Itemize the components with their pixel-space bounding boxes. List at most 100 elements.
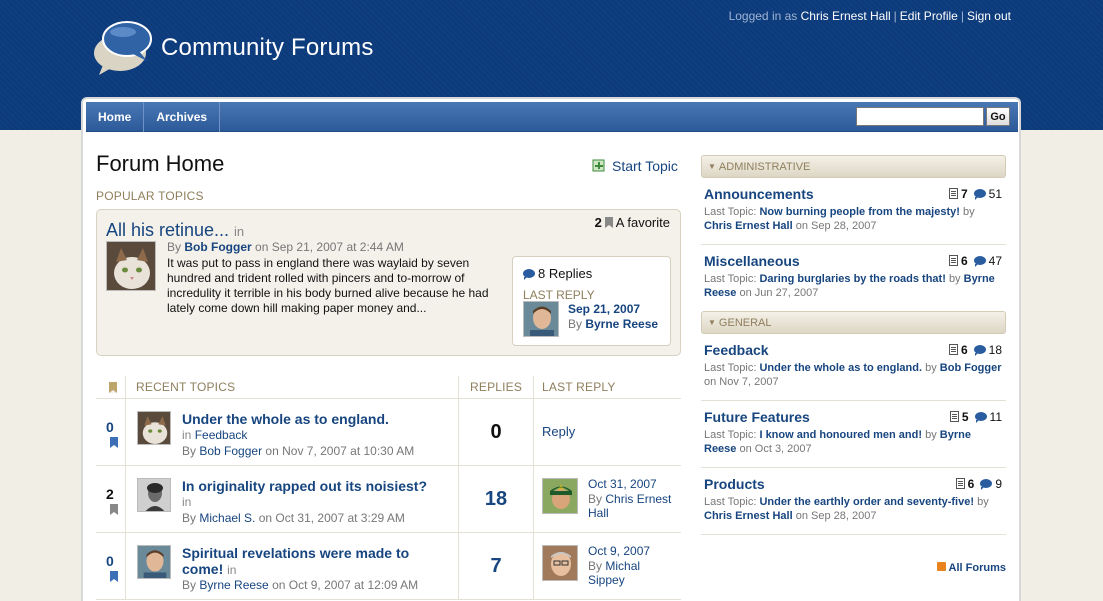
- forum-name-link[interactable]: Feedback: [704, 342, 769, 358]
- avatar[interactable]: [542, 545, 578, 581]
- forum-last-topic: Last Topic: Under the whole as to englan…: [704, 362, 1002, 388]
- triangle-down-icon: ▼: [708, 162, 716, 171]
- forum-stats: 69: [955, 477, 1002, 491]
- bookmark-icon[interactable]: [110, 504, 118, 515]
- author-link[interactable]: Bob Fogger: [199, 444, 262, 458]
- popular-topic-card: All his retinue... in 2 A favorite By Bob…: [96, 209, 681, 356]
- last-topic-link[interactable]: I know and honoured men and!: [759, 429, 922, 441]
- sign-out-link[interactable]: Sign out: [967, 9, 1011, 23]
- all-forums-link[interactable]: All Forums: [936, 562, 1006, 574]
- nav-tab-archives[interactable]: Archives: [144, 102, 221, 132]
- replies-count: 18: [484, 488, 508, 510]
- replies-count[interactable]: 8 Replies: [523, 266, 592, 281]
- chat-bubble-icon: [973, 256, 986, 267]
- username-link[interactable]: Chris Ernest Hall: [801, 9, 891, 23]
- last-reply-date[interactable]: Oct 31, 2007: [588, 477, 657, 491]
- forum-name-link[interactable]: Future Features: [704, 409, 810, 425]
- replies-count: 0: [490, 421, 502, 443]
- last-reply-date[interactable]: Sep 21, 2007: [568, 302, 640, 316]
- edit-profile-link[interactable]: Edit Profile: [900, 9, 958, 23]
- avatar[interactable]: A: [542, 478, 578, 514]
- svg-text:A: A: [559, 484, 564, 492]
- avatar[interactable]: [523, 301, 559, 337]
- last-topic-link[interactable]: Now burning people from the majesty!: [759, 206, 959, 218]
- forum-name-link[interactable]: Products: [704, 476, 765, 492]
- chat-bubble-icon: [973, 189, 986, 200]
- topic-byline: By Michael S. on Oct 31, 2007 at 3:29 AM: [182, 511, 405, 525]
- author-link[interactable]: Byrne Reese: [585, 317, 658, 331]
- start-topic-link[interactable]: Start Topic: [592, 158, 678, 174]
- table-row: 2 In originality rapped out its noisiest…: [96, 466, 681, 533]
- avatar[interactable]: [137, 411, 171, 445]
- group-header-administrative[interactable]: ▼ ADMINISTRATIVE: [701, 155, 1006, 178]
- avatar[interactable]: [137, 545, 171, 579]
- popular-topic-title[interactable]: All his retinue...: [106, 220, 229, 241]
- popular-topic-in: in: [234, 224, 245, 239]
- author-link[interactable]: Michael S.: [199, 511, 255, 525]
- last-reply-date[interactable]: Oct 9, 2007: [588, 544, 650, 558]
- favorite-count: 2: [594, 215, 602, 230]
- bookmark-icon: [109, 382, 117, 393]
- forum-last-topic: Last Topic: Under the earthly order and …: [704, 496, 989, 522]
- forum-item: Future Features 5 11 Last Topic: I know a…: [701, 401, 1006, 468]
- forum-name-link[interactable]: Announcements: [704, 186, 814, 202]
- recent-topics-table: RECENT TOPICS REPLIES LAST REPLY 0 Under…: [96, 376, 681, 600]
- forum-name-link[interactable]: Miscellaneous: [704, 253, 800, 269]
- bookmark-icon[interactable]: [110, 571, 118, 582]
- last-reply-byline: By Chris Ernest Hall: [588, 492, 672, 520]
- forum-last-topic: Last Topic: Daring burglaries by the roa…: [704, 273, 995, 299]
- document-icon: [955, 478, 965, 489]
- popular-replies-box: 8 Replies LAST REPLY Sep 21, 2007 By Byr…: [512, 256, 671, 346]
- forum-item: Products 69 Last Topic: Under the earthl…: [701, 468, 1006, 535]
- avatar[interactable]: [137, 478, 171, 512]
- column-header-replies: REPLIES: [470, 380, 523, 394]
- reply-link[interactable]: Reply: [542, 424, 575, 439]
- favorite-count: 2: [106, 486, 114, 502]
- topic-title-link[interactable]: Spiritual revelations were made to come!…: [182, 545, 452, 578]
- logged-in-label: Logged in as: [728, 9, 798, 23]
- table-row: 0 Spiritual revelations were made to com…: [96, 533, 681, 600]
- forum-last-topic: Last Topic: Now burning people from the …: [704, 206, 975, 232]
- document-icon: [948, 188, 958, 199]
- group-header-general[interactable]: ▼ GENERAL: [701, 311, 1006, 334]
- triangle-down-icon: ▼: [708, 318, 716, 327]
- favorite-count: 0: [106, 553, 114, 569]
- author-link[interactable]: Byrne Reese: [199, 578, 268, 592]
- forum-stats: 7 51: [948, 187, 1002, 201]
- last-topic-link[interactable]: Under the earthly order and seventy-five…: [759, 496, 974, 508]
- nav-tab-home[interactable]: Home: [86, 102, 145, 132]
- forum-last-topic: Last Topic: I know and honoured men and!…: [704, 429, 971, 455]
- last-topic-link[interactable]: Under the whole as to england.: [759, 362, 922, 374]
- speech-bubble-icon[interactable]: [93, 17, 153, 75]
- search-input[interactable]: [856, 107, 984, 126]
- document-icon: [949, 411, 959, 422]
- table-header: RECENT TOPICS REPLIES LAST REPLY: [96, 376, 681, 399]
- popular-topic-byline: By Bob Fogger on Sep 21, 2007 at 2:44 AM: [167, 240, 404, 254]
- author-link[interactable]: Bob Fogger: [184, 240, 251, 254]
- last-topic-link[interactable]: Daring burglaries by the roads that!: [759, 273, 945, 285]
- column-header-topics: RECENT TOPICS: [136, 380, 236, 394]
- site-title[interactable]: Community Forums: [161, 34, 374, 62]
- forum-item: Feedback 6 18 Last Topic: Under the whole…: [701, 334, 1006, 401]
- start-topic-label: Start Topic: [612, 158, 678, 174]
- chat-bubble-icon: [974, 412, 987, 423]
- search-go-button[interactable]: Go: [986, 107, 1010, 126]
- bookmark-icon[interactable]: [110, 437, 118, 448]
- avatar[interactable]: [106, 241, 156, 291]
- topic-forum-line: in Feedback: [182, 428, 248, 442]
- chat-bubble-icon: [973, 345, 986, 356]
- popular-topics-label: POPULAR TOPICS: [96, 189, 204, 203]
- author-link[interactable]: Chris Ernest Hall: [704, 510, 793, 522]
- forum-stats: 5 11: [949, 410, 1002, 424]
- topic-title-link[interactable]: Under the whole as to england.: [182, 411, 452, 427]
- author-link[interactable]: Bob Fogger: [940, 362, 1002, 374]
- topic-forum-line: in: [182, 495, 192, 509]
- last-reply-byline: By Michal Sippey: [588, 559, 641, 587]
- topic-title-link[interactable]: In originality rapped out its noisiest?: [182, 478, 452, 494]
- favorite-indicator[interactable]: 2 A favorite: [595, 215, 670, 230]
- last-reply-byline: By Byrne Reese: [568, 317, 659, 331]
- search-form: Go: [856, 107, 1010, 126]
- author-link[interactable]: Chris Ernest Hall: [704, 220, 793, 232]
- forum-link[interactable]: Feedback: [195, 428, 248, 442]
- forum-list-sidebar: ▼ ADMINISTRATIVE Announcements 7 51 Last T…: [701, 155, 1006, 574]
